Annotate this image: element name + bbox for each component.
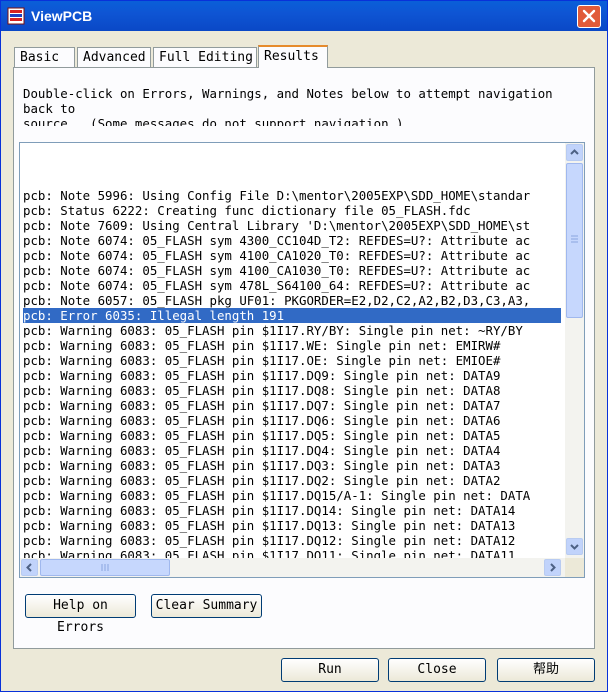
tab-results[interactable]: Results [258,45,328,68]
instructions-text: Double-click on Errors, Warnings, and No… [23,86,553,126]
message-line-selected[interactable]: pcb: Error 6035: Illegal length 191 [23,308,561,323]
message-line[interactable]: pcb: Warning 6083: 05_FLASH pin $1I17.WE… [23,338,561,353]
message-line[interactable]: pcb: Warning 6083: 05_FLASH pin $1I17.DQ… [23,413,561,428]
title-bar[interactable]: ViewPCB [1,1,607,31]
tab-advanced[interactable]: Advanced [77,47,151,67]
viewpcb-window: ViewPCB Basic Advanced Full Editing Resu… [0,0,608,692]
message-line[interactable]: pcb: Warning 6083: 05_FLASH pin $1I17.DQ… [23,443,561,458]
window-title: ViewPCB [31,8,93,24]
message-line[interactable]: pcb: Note 6074: 05_FLASH sym 4300_CC104D… [23,233,561,248]
message-line[interactable]: pcb: Warning 6083: 05_FLASH pin $1I17.DQ… [23,383,561,398]
tab-basic[interactable]: Basic [14,47,75,67]
clear-summary-button[interactable]: Clear Summary [151,594,262,618]
chevron-right-icon [550,563,556,572]
horizontal-scroll-thumb[interactable] [40,559,170,576]
message-line[interactable]: pcb: Warning 6083: 05_FLASH pin $1I17.DQ… [23,488,561,503]
close-window-button[interactable] [577,5,601,28]
message-line[interactable]: pcb: Warning 6083: 05_FLASH pin $1I17.DQ… [23,368,561,383]
vertical-scrollbar[interactable] [565,143,584,558]
message-line[interactable]: pcb: Note 6057: 05_FLASH pkg UF01: PKGOR… [23,293,561,308]
message-line[interactable]: pcb: Warning 6083: 05_FLASH pin $1I17.OE… [23,353,561,368]
grip-icon [101,564,109,571]
message-line[interactable]: pcb: Note 6074: 05_FLASH sym 4100_CA1020… [23,248,561,263]
message-line[interactable]: pcb: Note 5996: Using Config File D:\men… [23,188,561,203]
chevron-left-icon [26,563,32,572]
message-line[interactable]: pcb: Warning 6083: 05_FLASH pin $1I17.DQ… [23,398,561,413]
close-icon [582,9,596,23]
scroll-left-button[interactable] [21,559,38,576]
scroll-right-button[interactable] [544,559,561,576]
help-on-errors-button[interactable]: Help on Errors [25,594,136,635]
help-button[interactable]: 帮助 [497,658,595,682]
message-line[interactable]: pcb: Warning 6083: 05_FLASH pin $1I17.DQ… [23,503,561,518]
message-line[interactable]: pcb: Warning 6083: 05_FLASH pin $1I17.DQ… [23,518,561,533]
vertical-scroll-thumb[interactable] [566,163,583,318]
message-line[interactable]: pcb: Warning 6083: 05_FLASH pin $1I17.DQ… [23,428,561,443]
app-icon [7,7,25,25]
chevron-down-icon [570,544,579,550]
close-button[interactable]: Close [388,658,486,682]
horizontal-scrollbar[interactable] [20,558,565,577]
chevron-up-icon [570,149,579,155]
message-line[interactable]: pcb: Note 7609: Using Central Library 'D… [23,218,561,233]
scroll-down-button[interactable] [566,538,583,555]
grip-icon [571,235,578,243]
scroll-up-button[interactable] [566,144,583,161]
message-list[interactable]: pcb: Note 5996: Using Config File D:\men… [23,173,561,558]
tab-full-editing[interactable]: Full Editing [153,47,257,67]
results-listbox[interactable]: pcb: Note 5996: Using Config File D:\men… [19,142,585,578]
message-line[interactable]: pcb: Warning 6083: 05_FLASH pin $1I17.DQ… [23,533,561,548]
scrollbar-corner [565,558,584,577]
message-line[interactable] [23,173,561,188]
message-line[interactable]: pcb: Warning 6083: 05_FLASH pin $1I17.DQ… [23,473,561,488]
message-line[interactable]: pcb: Warning 6083: 05_FLASH pin $1I17.DQ… [23,458,561,473]
run-button[interactable]: Run [281,658,379,682]
message-line[interactable]: pcb: Note 6074: 05_FLASH sym 478L_S64100… [23,278,561,293]
message-line[interactable]: pcb: Note 6074: 05_FLASH sym 4100_CA1030… [23,263,561,278]
message-line[interactable]: pcb: Warning 6083: 05_FLASH pin $1I17.DQ… [23,548,561,558]
message-line[interactable]: pcb: Warning 6083: 05_FLASH pin $1I17.RY… [23,323,561,338]
message-line[interactable]: pcb: Status 6222: Creating func dictiona… [23,203,561,218]
